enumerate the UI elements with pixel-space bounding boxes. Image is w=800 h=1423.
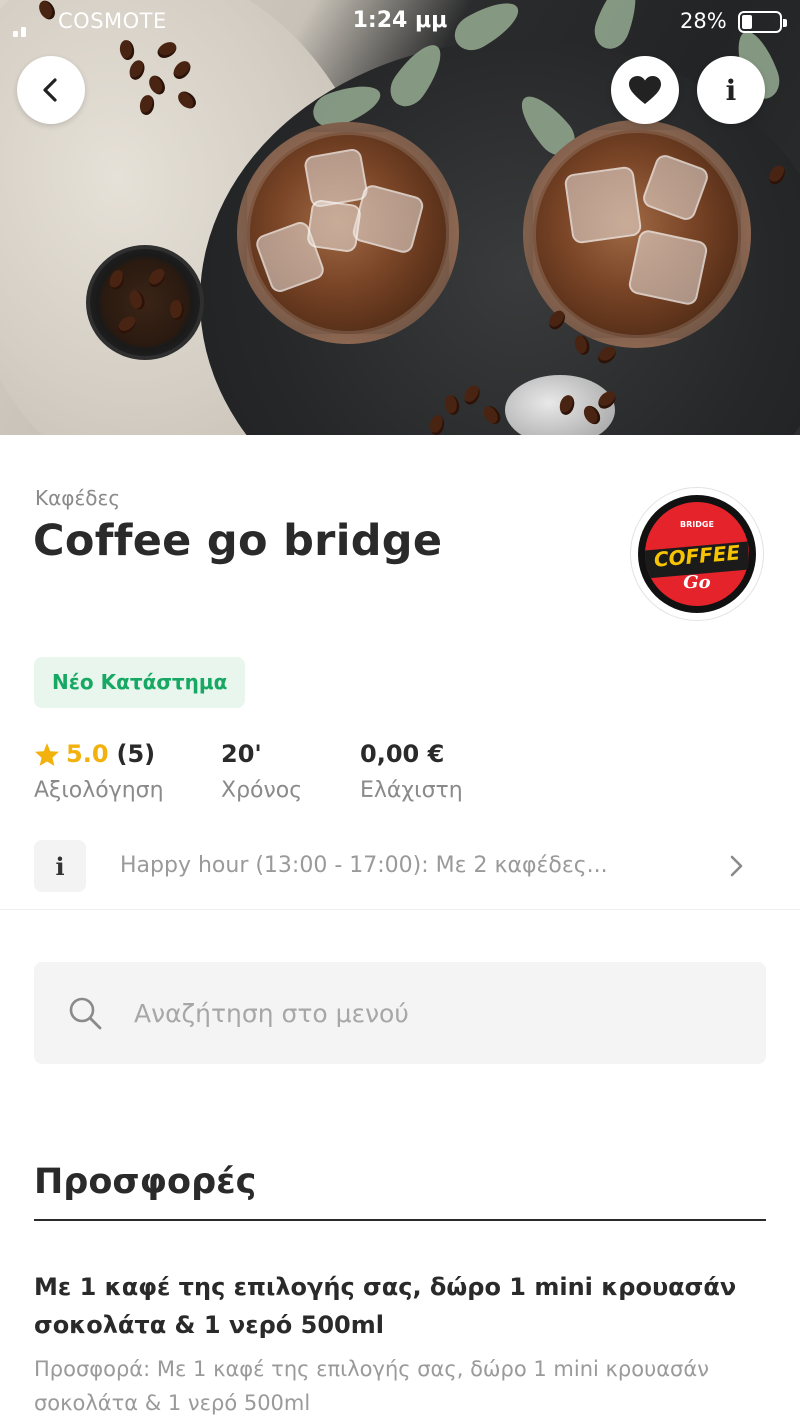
store-logo: BRIDGE COFFEE Go bbox=[630, 487, 764, 621]
store-notice-text: Happy hour (13:00 - 17:00): Με 2 καφέδες… bbox=[120, 853, 608, 878]
search-icon bbox=[69, 997, 102, 1030]
new-store-badge: Νέο Κατάστημα bbox=[34, 657, 246, 708]
minimum-order-label: Ελάχιστη bbox=[360, 778, 463, 803]
chevron-right-icon bbox=[730, 855, 743, 877]
rating-count: (5) bbox=[116, 740, 156, 768]
offer-item-description: Προσφορά: Με 1 καφέ της επιλογής σας, δώ… bbox=[34, 1357, 709, 1415]
status-bar: COSMOTE 1:24 μμ 28% bbox=[0, 0, 800, 44]
ice-cube bbox=[640, 152, 711, 223]
info-icon: i bbox=[725, 73, 737, 107]
rating-label: Αξιολόγηση bbox=[34, 778, 164, 803]
iced-coffee-glass bbox=[237, 122, 459, 344]
delivery-time-label: Χρόνος bbox=[221, 778, 303, 803]
favorite-button[interactable] bbox=[611, 56, 679, 124]
delivery-time-stat: 20' Χρόνος bbox=[221, 736, 302, 803]
ice-cube bbox=[627, 228, 709, 307]
store-cover-image: COSMOTE 1:24 μμ 28% i bbox=[0, 0, 800, 435]
menu-search-input[interactable] bbox=[134, 992, 734, 1034]
ice-cube bbox=[350, 182, 426, 256]
star-icon bbox=[35, 742, 59, 766]
heart-icon bbox=[629, 76, 661, 104]
minimum-order-stat: 0,00 € Ελάχιστη bbox=[360, 736, 463, 803]
carrier-name: COSMOTE bbox=[58, 9, 167, 33]
signal-icon bbox=[13, 18, 29, 37]
rating-stat[interactable]: 5.0 (5) Αξιολόγηση bbox=[34, 736, 164, 803]
rating-score: 5.0 bbox=[66, 740, 109, 768]
logo-top-text: BRIDGE bbox=[680, 520, 714, 529]
store-category: Καφέδες bbox=[35, 486, 121, 510]
chevron-left-icon bbox=[43, 78, 57, 102]
info-icon: i bbox=[34, 840, 86, 892]
ice-cube bbox=[563, 165, 643, 245]
clock: 1:24 μμ bbox=[352, 8, 448, 33]
ice-cube bbox=[302, 147, 370, 209]
store-name: Coffee go bridge bbox=[33, 516, 443, 566]
section-divider bbox=[34, 1219, 766, 1221]
store-notice-row[interactable]: i Happy hour (13:00 - 17:00): Με 2 καφέδ… bbox=[0, 840, 800, 910]
delivery-time-value: 20' bbox=[221, 740, 262, 768]
minimum-order-value: 0,00 € bbox=[360, 740, 445, 768]
battery-icon bbox=[738, 11, 787, 33]
menu-search-bar[interactable] bbox=[34, 962, 766, 1064]
store-info-button[interactable]: i bbox=[697, 56, 765, 124]
offers-section-title: Προσφορές bbox=[34, 1162, 257, 1202]
offer-item-title[interactable]: Με 1 καφέ της επιλογής σας, δώρο 1 mini … bbox=[34, 1268, 774, 1344]
battery-percentage: 28% bbox=[680, 9, 727, 33]
ice-cube bbox=[305, 198, 363, 254]
logo-sub-text: Go bbox=[683, 572, 711, 593]
back-button[interactable] bbox=[17, 56, 85, 124]
battery-level-fill bbox=[742, 15, 752, 29]
